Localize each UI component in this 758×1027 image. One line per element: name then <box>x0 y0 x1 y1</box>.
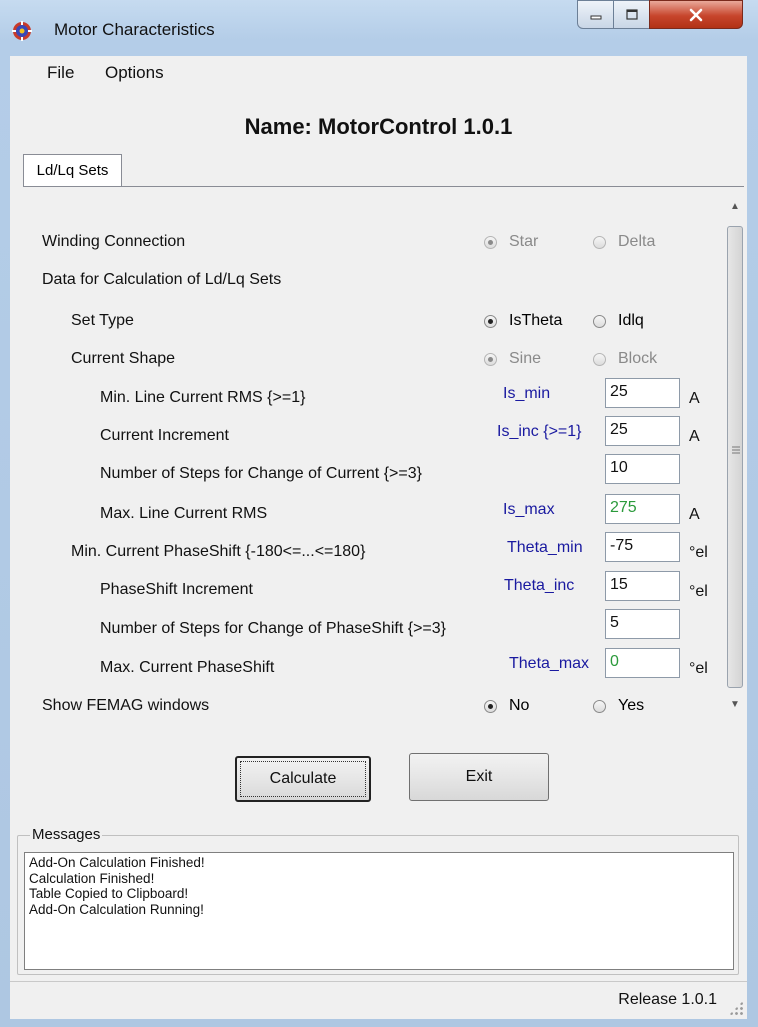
minimize-button[interactable] <box>577 0 614 29</box>
resize-grip-icon[interactable] <box>729 1001 743 1015</box>
grip-lines-icon <box>732 446 740 454</box>
scroll-down-icon[interactable]: ▼ <box>725 694 745 716</box>
theta-min-param: Theta_min <box>507 539 583 556</box>
winding-connection-label: Winding Connection <box>42 233 186 250</box>
radio-block[interactable]: Block <box>593 350 657 368</box>
theta-min-input[interactable]: -75 <box>605 532 680 562</box>
is-max-unit: A <box>689 506 700 523</box>
close-icon <box>689 8 703 21</box>
theta-inc-input[interactable]: 15 <box>605 571 680 601</box>
scroll-up-icon[interactable]: ▲ <box>725 196 745 218</box>
is-min-input[interactable]: 25 <box>605 378 680 408</box>
radio-indicator <box>484 314 497 328</box>
is-min-unit: A <box>689 390 700 407</box>
is-max-param: Is_max <box>503 501 555 518</box>
steps-current-input[interactable]: 10 <box>605 454 680 484</box>
exit-button[interactable]: Exit <box>409 753 549 801</box>
is-inc-input[interactable]: 25 <box>605 416 680 446</box>
max-phaseshift-label: Max. Current PhaseShift <box>100 659 275 676</box>
steps-phaseshift-input[interactable]: 5 <box>605 609 680 639</box>
application-window: Motor Characteristics File Options Name:… <box>0 0 758 1027</box>
steps-current-label: Number of Steps for Change of Current {>… <box>100 465 422 482</box>
set-type-label: Set Type <box>71 312 134 329</box>
radio-femag-yes[interactable]: Yes <box>593 697 644 715</box>
is-max-input[interactable]: 275 <box>605 494 680 524</box>
radio-delta[interactable]: Delta <box>593 233 655 251</box>
is-inc-param: Is_inc {>=1} <box>497 423 582 440</box>
radio-sine-label: Sine <box>509 350 542 367</box>
max-line-current-label: Max. Line Current RMS <box>100 505 268 522</box>
radio-indicator <box>484 235 497 249</box>
radio-indicator <box>593 235 606 249</box>
tab-ld-lq-sets[interactable]: Ld/Lq Sets <box>23 154 122 186</box>
minimize-icon <box>590 15 601 19</box>
calculate-button[interactable]: Calculate <box>235 756 371 802</box>
maximize-icon <box>625 8 638 20</box>
min-line-current-label: Min. Line Current RMS {>=1} <box>100 389 306 406</box>
radio-idlq-label: Idlq <box>618 312 644 329</box>
message-line: Add-On Calculation Running! <box>29 901 204 917</box>
close-button[interactable] <box>649 0 743 29</box>
radio-indicator <box>593 352 606 366</box>
app-name-heading: Name: MotorControl 1.0.1 <box>244 114 513 139</box>
radio-istheta-label: IsTheta <box>509 312 563 329</box>
status-bar: Release 1.0.1 <box>10 981 747 1019</box>
radio-indicator <box>484 352 497 366</box>
theta-inc-unit: °el <box>689 583 708 600</box>
message-line: Table Copied to Clipboard! <box>29 886 189 901</box>
radio-idlq[interactable]: Idlq <box>593 312 644 330</box>
radio-block-label: Block <box>618 350 658 367</box>
radio-femag-no-label: No <box>509 697 530 714</box>
theta-max-param: Theta_max <box>509 655 590 672</box>
radio-indicator <box>484 699 497 713</box>
radio-star[interactable]: Star <box>484 233 538 251</box>
show-femag-label: Show FEMAG windows <box>42 697 210 714</box>
theta-max-unit: °el <box>689 660 708 677</box>
is-min-param: Is_min <box>503 385 551 402</box>
menu-options[interactable]: Options <box>105 63 164 83</box>
ld-lq-sets-panel: Winding Connection Star Delta Data for C… <box>23 186 744 722</box>
messages-list[interactable]: Add-On Calculation Finished! Calculation… <box>24 852 734 970</box>
messages-legend: Messages <box>30 826 103 843</box>
maximize-button[interactable] <box>613 0 650 29</box>
theta-min-unit: °el <box>689 544 708 561</box>
radio-femag-yes-label: Yes <box>618 697 645 714</box>
message-line: Add-On Calculation Finished! <box>29 855 205 870</box>
release-status: Release 1.0.1 <box>618 991 717 1008</box>
data-calculation-heading: Data for Calculation of Ld/Lq Sets <box>42 271 282 288</box>
steps-phaseshift-label: Number of Steps for Change of PhaseShift… <box>100 620 446 637</box>
current-shape-label: Current Shape <box>71 350 176 367</box>
vertical-scrollbar[interactable]: ▲ ▼ <box>725 196 745 716</box>
radio-indicator <box>593 699 606 713</box>
messages-group: Messages Add-On Calculation Finished! Ca… <box>17 826 739 975</box>
scrollbar-thumb[interactable] <box>727 226 743 688</box>
radio-femag-no[interactable]: No <box>484 697 529 715</box>
message-line: Calculation Finished! <box>29 870 155 886</box>
window-title: Motor Characteristics <box>54 20 215 39</box>
radio-delta-label: Delta <box>618 233 656 250</box>
menu-bar: File Options <box>10 56 747 90</box>
radio-istheta[interactable]: IsTheta <box>484 312 562 330</box>
is-inc-unit: A <box>689 428 700 445</box>
radio-star-label: Star <box>509 233 539 250</box>
menu-file[interactable]: File <box>47 63 74 83</box>
radio-sine[interactable]: Sine <box>484 350 541 368</box>
phaseshift-increment-label: PhaseShift Increment <box>100 581 253 598</box>
min-phaseshift-label: Min. Current PhaseShift {-180<=...<=180} <box>71 543 366 560</box>
client-area: File Options Name: MotorControl 1.0.1 Ld… <box>10 56 747 1019</box>
theta-inc-param: Theta_inc <box>504 577 575 594</box>
motor-app-icon <box>12 21 32 41</box>
current-increment-label: Current Increment <box>100 427 229 444</box>
theta-max-input[interactable]: 0 <box>605 648 680 678</box>
radio-indicator <box>593 314 606 328</box>
